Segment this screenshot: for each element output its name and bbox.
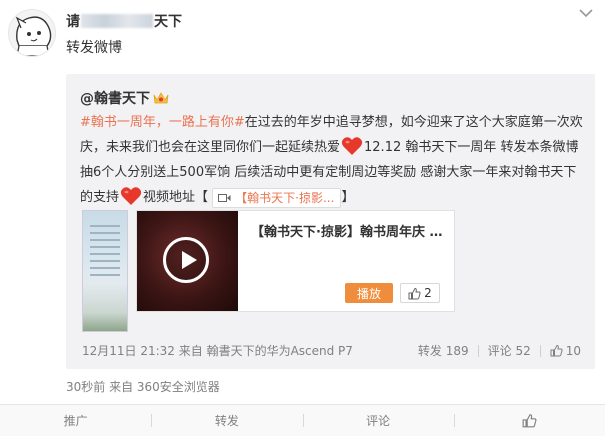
nickname-end: 天下: [154, 14, 182, 30]
original-stats: 转发 189 评论 52 10: [418, 342, 581, 359]
nickname-start: 请: [66, 14, 80, 30]
original-text: #翰书一周年，一路上有你#在过去的年岁中追寻梦想，如今迎来了这个大家庭第一次欢庆…: [80, 110, 585, 210]
comment-button[interactable]: 评论: [302, 405, 454, 436]
video-title[interactable]: 【翰书天下·掠影】翰书周年庆 by：...: [251, 221, 447, 240]
post-text: 转发微博: [66, 40, 122, 56]
attached-image-thumbnail[interactable]: [82, 210, 128, 332]
original-author-wrap: @翰書天下: [80, 88, 169, 108]
video-card[interactable]: 【翰书天下·掠影】翰书周年庆 by：... 播放 2: [136, 210, 455, 312]
original-text-part4: 】: [341, 190, 355, 205]
forward-button[interactable]: 转发: [151, 405, 302, 436]
original-author[interactable]: @翰書天下: [80, 91, 150, 107]
original-like-count: 10: [565, 343, 581, 358]
promote-button[interactable]: 推广: [0, 405, 151, 436]
nickname-blurred: [81, 14, 153, 28]
thumbs-up-icon: [522, 414, 537, 428]
video-like-count: 2: [424, 286, 432, 300]
play-button[interactable]: 播放: [345, 283, 393, 303]
thumbs-up-icon: [550, 344, 563, 357]
original-text-part3: 视频地址【: [143, 190, 209, 205]
avatar[interactable]: [8, 9, 56, 57]
like-button[interactable]: [453, 405, 605, 436]
heart-emoji-icon: [120, 187, 142, 205]
avatar-illustration: [15, 16, 52, 56]
video-like-button[interactable]: 2: [400, 283, 440, 303]
divider: [477, 344, 479, 357]
video-camera-icon: [218, 194, 231, 202]
thumbs-up-icon: [408, 287, 421, 299]
divider: [539, 344, 541, 357]
video-link[interactable]: 【翰书天下·掠影...: [212, 188, 342, 208]
video-cover[interactable]: [137, 211, 238, 311]
original-repost-link[interactable]: 转发 189: [418, 342, 469, 359]
promote-label: 推广: [63, 414, 88, 428]
play-circle-icon[interactable]: [163, 237, 209, 283]
original-like-link[interactable]: 10: [550, 344, 581, 358]
video-link-label: 【翰书天下·掠影...: [235, 190, 335, 205]
original-time-source[interactable]: 12月11日 21:32 来自 翰書天下的华为Ascend P7: [82, 342, 353, 359]
vip-crown-icon: [153, 92, 169, 104]
heart-emoji-icon: [341, 137, 363, 155]
nickname[interactable]: 请 天下: [66, 11, 182, 31]
chevron-down-icon[interactable]: [579, 8, 593, 18]
comment-label: 评论: [366, 414, 391, 428]
repost-box: @翰書天下 #翰书一周年，一路上有你#在过去的年岁中追寻梦想，如今迎来了这个大家…: [66, 74, 595, 369]
forward-label: 转发: [214, 414, 239, 428]
original-comment-link[interactable]: 评论 52: [488, 342, 531, 359]
action-bar: 推广 转发 评论: [0, 404, 605, 436]
post-meta: 30秒前 来自 360安全浏览器: [66, 380, 220, 394]
thumbnail-text-lines: [90, 225, 120, 281]
topic-link[interactable]: #翰书一周年，一路上有你#: [80, 115, 245, 130]
